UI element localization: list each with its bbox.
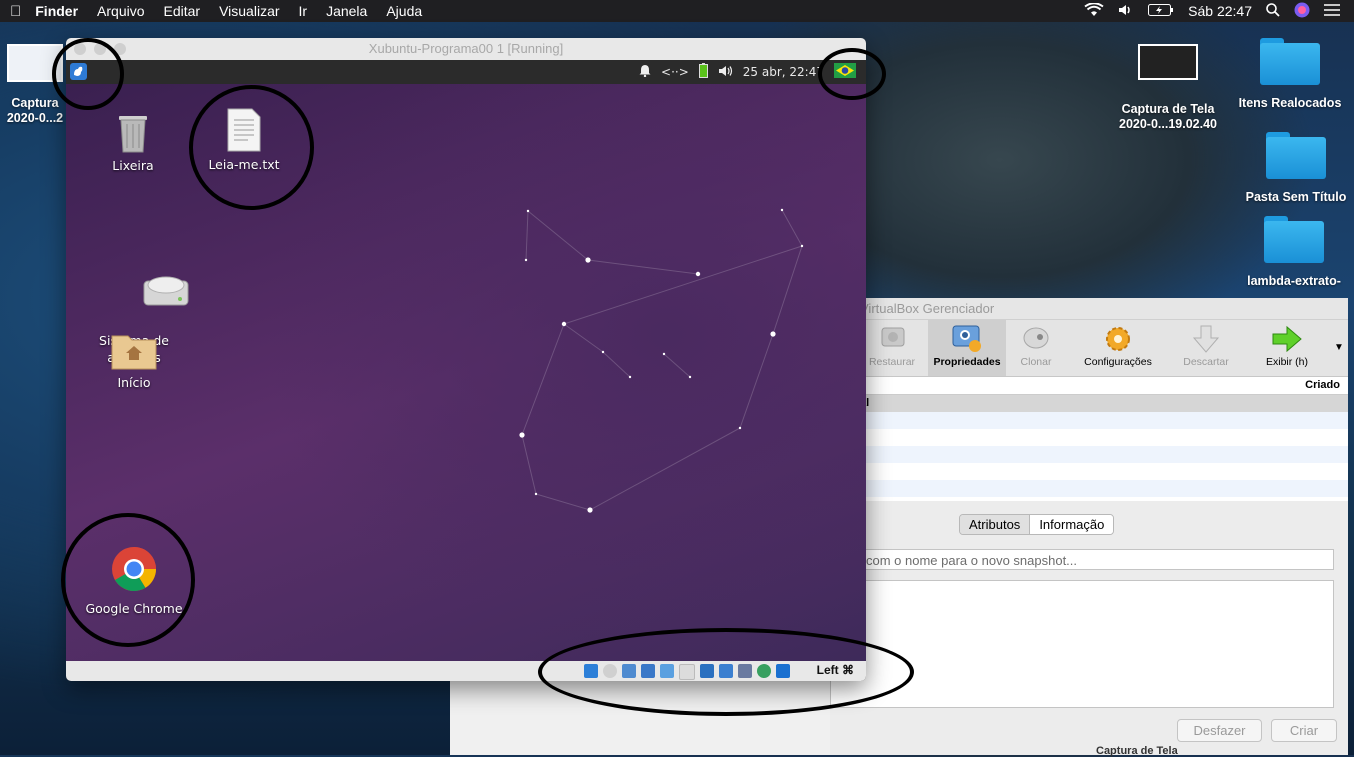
battery-icon[interactable] <box>1148 3 1174 19</box>
desktop-icon-label: Pasta Sem Título <box>1245 190 1347 204</box>
list-row[interactable] <box>860 446 1348 463</box>
column-header-created[interactable]: Criado <box>860 377 1348 395</box>
restore-icon <box>876 324 908 354</box>
screenshot-thumbnail-icon <box>1138 44 1198 80</box>
notification-center-icon[interactable] <box>1324 3 1340 19</box>
settings-button[interactable]: Configurações <box>1074 320 1162 376</box>
annotation-circle <box>189 85 314 210</box>
apple-icon[interactable]:  <box>10 3 21 20</box>
desktop-icon-label: lambda-extrato- <box>1247 274 1341 288</box>
discard-button[interactable]: Descartar <box>1168 320 1244 376</box>
tab-information[interactable]: Informação <box>1030 515 1114 534</box>
xfce-desktop-icon-home[interactable]: Início <box>94 330 174 391</box>
restore-label: Restaurar <box>868 356 916 368</box>
xfce-desktop-icon-trash[interactable]: Lixeira <box>100 110 166 174</box>
list-row[interactable] <box>860 463 1348 480</box>
list-row-selected[interactable]: al <box>860 395 1348 412</box>
folder-icon <box>1260 38 1320 85</box>
network-icon[interactable]: <··> <box>661 65 689 79</box>
settings-label: Configurações <box>1084 356 1152 368</box>
menu-finder[interactable]: Finder <box>35 3 78 19</box>
menu-ajuda[interactable]: Ajuda <box>386 3 422 19</box>
desktop-folder-lambda-extrato[interactable]: lambda-extrato- <box>1234 216 1354 289</box>
show-button[interactable]: Exibir (h) <box>1250 320 1324 376</box>
volume-icon[interactable] <box>718 65 733 80</box>
menu-visualizar[interactable]: Visualizar <box>219 3 279 19</box>
siri-icon[interactable] <box>1294 2 1310 21</box>
list-row[interactable] <box>860 480 1348 497</box>
panel-clock[interactable]: 25 abr, 22:47 <box>743 65 824 79</box>
desktop-icon-label: Captura de Tela 2020-0...19.02.40 <box>1119 102 1217 131</box>
desktop-icon-label: Captura 2020-0...2 <box>6 96 64 125</box>
annotation-circle <box>52 38 124 110</box>
menu-ir[interactable]: Ir <box>299 3 308 19</box>
discard-label: Descartar <box>1183 356 1229 368</box>
folder-icon <box>1266 132 1326 179</box>
battery-icon[interactable] <box>698 63 708 81</box>
desktop-icon-label: Lixeira <box>112 158 154 173</box>
clone-icon <box>1020 324 1052 354</box>
snapshot-list[interactable]: Criado al <box>860 377 1348 501</box>
trash-icon <box>115 110 151 154</box>
gear-icon <box>1102 324 1134 354</box>
desktop-folder-pasta-sem-titulo[interactable]: Pasta Sem Título <box>1236 132 1354 205</box>
desktop-icon-label: Itens Realocados <box>1238 96 1342 110</box>
desktop-icon-screenshot-2[interactable]: Captura de Tela 2020-0...19.02.40 <box>1103 44 1233 132</box>
xfce-top-panel: <··> 25 abr, 22:47 <box>66 60 866 84</box>
tab-attributes[interactable]: Atributos <box>960 515 1031 534</box>
clone-button[interactable]: Clonar <box>1010 320 1062 376</box>
create-button[interactable]: Criar <box>1271 719 1337 742</box>
mac-menu-bar:  Finder Arquivo Editar Visualizar Ir Ja… <box>0 0 1354 22</box>
discard-icon <box>1190 324 1222 354</box>
vm-title-bar[interactable]: Xubuntu-Programa00 1 [Running] <box>66 38 866 60</box>
menu-editar[interactable]: Editar <box>164 3 201 19</box>
snapshot-description-textarea[interactable] <box>830 580 1334 708</box>
list-row[interactable] <box>860 429 1348 446</box>
desktop-folder-itens-realocados[interactable]: Itens Realocados <box>1230 38 1350 111</box>
menu-janela[interactable]: Janela <box>326 3 367 19</box>
volume-icon[interactable] <box>1118 3 1134 20</box>
annotation-circle <box>818 48 886 100</box>
annotation-circle <box>61 513 195 647</box>
menubar-clock[interactable]: Sáb 22:47 <box>1188 3 1252 19</box>
notification-bell-icon[interactable] <box>639 64 651 80</box>
desktop-icon-label: Início <box>117 375 151 390</box>
properties-label: Propriedades <box>933 356 1001 368</box>
drive-icon <box>110 254 189 306</box>
restore-button[interactable]: Restaurar <box>860 320 924 376</box>
clone-label: Clonar <box>1020 356 1052 368</box>
properties-button[interactable]: Propriedades <box>928 320 1006 376</box>
chevron-down-icon[interactable]: ▼ <box>1334 342 1344 353</box>
wifi-icon[interactable] <box>1084 1 1104 20</box>
folder-icon <box>1264 216 1324 263</box>
show-arrow-icon <box>1271 324 1303 354</box>
menu-arquivo[interactable]: Arquivo <box>97 3 144 19</box>
vbox-toolbar: Restaurar Propriedades Clonar Configuraç… <box>860 320 1348 377</box>
properties-icon <box>951 324 983 354</box>
show-label: Exibir (h) <box>1265 356 1308 368</box>
home-folder-icon <box>111 330 157 370</box>
spotlight-search-icon[interactable] <box>1266 2 1280 20</box>
list-row[interactable] <box>860 412 1348 429</box>
cut-off-desktop-label: Captura de Tela <box>1096 745 1178 757</box>
annotation-circle <box>538 628 914 716</box>
details-tabs: Atributos Informação <box>959 514 1115 535</box>
undo-button[interactable]: Desfazer <box>1177 719 1262 742</box>
vm-window-title: Xubuntu-Programa00 1 [Running] <box>368 41 564 56</box>
snapshot-name-input[interactable]: com o nome para o novo snapshot... <box>859 549 1334 570</box>
